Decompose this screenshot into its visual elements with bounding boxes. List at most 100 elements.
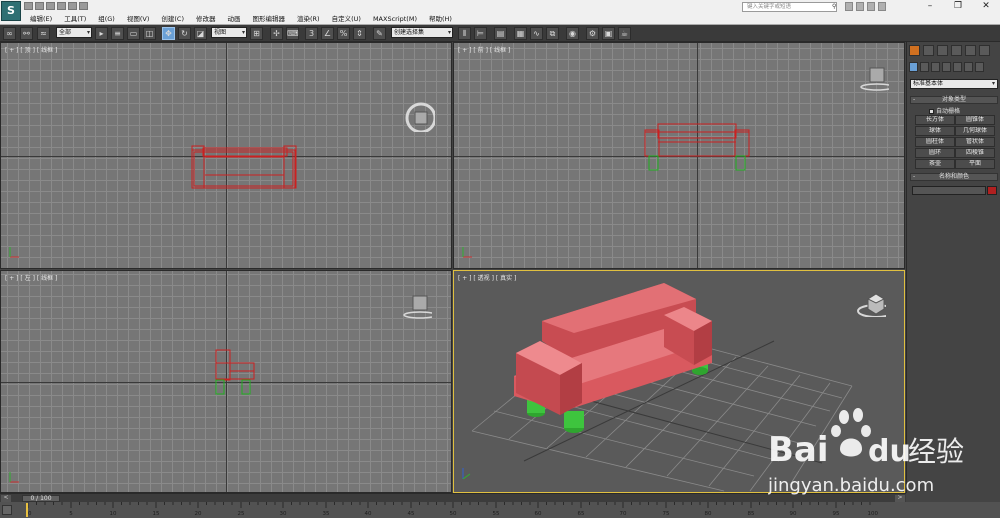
rollout-name-color[interactable]: - 名称和颜色: [910, 173, 998, 181]
render-production-icon[interactable]: ☕: [618, 27, 631, 40]
autogrid-checkbox[interactable]: 自动栅格: [929, 106, 960, 115]
render-setup-icon[interactable]: ⚙: [586, 27, 599, 40]
menu-modifiers[interactable]: 修改器: [190, 14, 222, 24]
select-manipulate-icon[interactable]: ✢: [270, 27, 283, 40]
app-logo[interactable]: S: [1, 1, 21, 21]
project-folder-icon[interactable]: [79, 2, 88, 10]
search-input[interactable]: 键入关键字或短语: [742, 2, 837, 12]
viewport-label[interactable]: [ + ] [ 前 ] [ 线框 ]: [458, 45, 510, 54]
sofa-wireframe-front[interactable]: [644, 122, 750, 172]
bind-space-warp-icon[interactable]: ≈: [37, 27, 50, 40]
open-file-icon[interactable]: [35, 2, 44, 10]
help-icon[interactable]: [878, 2, 886, 11]
helpers-icon[interactable]: [953, 62, 962, 72]
systems-icon[interactable]: [975, 62, 984, 72]
plane-button[interactable]: 平面: [955, 159, 995, 169]
rendered-frame-icon[interactable]: ▣: [602, 27, 615, 40]
unlink-icon[interactable]: ⚯: [20, 27, 33, 40]
curve-editor-icon[interactable]: ∿: [530, 27, 543, 40]
select-by-name-icon[interactable]: ≡: [111, 27, 124, 40]
viewport-label[interactable]: [ + ] [ 顶 ] [ 线框 ]: [5, 45, 57, 54]
menu-graph-editors[interactable]: 图形编辑器: [247, 14, 292, 24]
new-file-icon[interactable]: [24, 2, 33, 10]
subscription-icon[interactable]: [845, 2, 853, 11]
display-tab-icon[interactable]: [965, 45, 976, 56]
object-color-swatch[interactable]: [987, 186, 997, 195]
track-bar[interactable]: 0 5 10 15 20 25 30 35 40 45 50 55 60 65 70 75 80 85 90 95 10…: [0, 502, 1000, 518]
modify-tab-icon[interactable]: [923, 45, 934, 56]
space-warps-icon[interactable]: [964, 62, 973, 72]
percent-snap-icon[interactable]: %: [337, 27, 350, 40]
menu-group[interactable]: 组(G): [92, 14, 121, 24]
menu-maxscript[interactable]: MAXScript(M): [367, 14, 423, 24]
cylinder-button[interactable]: 圆柱体: [915, 137, 955, 147]
object-name-input[interactable]: [912, 186, 986, 195]
viewport-perspective[interactable]: [ + ] [ 透视 ] [ 真实 ]: [453, 270, 905, 493]
time-slider-next-button[interactable]: >: [895, 495, 905, 502]
viewcube-top[interactable]: [405, 102, 435, 132]
search-binoculars-icon[interactable]: ⚲: [832, 3, 840, 11]
hierarchy-tab-icon[interactable]: [937, 45, 948, 56]
viewport-top[interactable]: [ + ] [ 顶 ] [ 线框 ]: [0, 42, 452, 269]
shapes-icon[interactable]: [920, 62, 929, 72]
select-and-move-icon[interactable]: ✥: [162, 27, 175, 40]
graphite-ribbon-icon[interactable]: ▦: [514, 27, 527, 40]
material-editor-icon[interactable]: ◉: [566, 27, 579, 40]
select-object-icon[interactable]: ▸: [95, 27, 108, 40]
restore-icon[interactable]: ❐: [944, 0, 972, 13]
key-filter-icon[interactable]: [2, 505, 12, 515]
cameras-icon[interactable]: [942, 62, 951, 72]
sofa-3d-model[interactable]: [514, 281, 734, 451]
teapot-button[interactable]: 茶壶: [915, 159, 955, 169]
menu-rendering[interactable]: 渲染(R): [291, 14, 326, 24]
geometry-subcategory-select[interactable]: 标准基本体: [910, 79, 998, 89]
viewport-label[interactable]: [ + ] [ 左 ] [ 线框 ]: [5, 273, 57, 282]
lights-icon[interactable]: [931, 62, 940, 72]
viewcube-left[interactable]: [402, 291, 432, 321]
viewport-front[interactable]: [ + ] [ 前 ] [ 线框 ]: [453, 42, 905, 269]
torus-button[interactable]: 圆环: [915, 148, 955, 158]
menu-create[interactable]: 创建(C): [155, 14, 190, 24]
named-selection-select[interactable]: 创建选择集: [391, 27, 453, 38]
close-icon[interactable]: ✕: [972, 0, 1000, 13]
schematic-view-icon[interactable]: ⧉: [546, 27, 559, 40]
create-tab-icon[interactable]: [909, 45, 920, 56]
sofa-wireframe-top[interactable]: [191, 145, 297, 191]
box-button[interactable]: 长方体: [915, 115, 955, 125]
sofa-wireframe-left[interactable]: [212, 348, 258, 396]
menu-animation[interactable]: 动画: [222, 14, 247, 24]
viewcube-perspective[interactable]: [856, 287, 886, 317]
cone-button[interactable]: 圆锥体: [955, 115, 995, 125]
window-crossing-icon[interactable]: ◫: [143, 27, 156, 40]
favorites-icon[interactable]: [867, 2, 875, 11]
menu-views[interactable]: 视图(V): [121, 14, 156, 24]
edit-named-selection-icon[interactable]: ✎: [373, 27, 386, 40]
select-and-scale-icon[interactable]: ◪: [194, 27, 207, 40]
geometry-icon[interactable]: [909, 62, 918, 72]
spinner-snap-icon[interactable]: ⇕: [353, 27, 366, 40]
align-icon[interactable]: ⊨: [474, 27, 487, 40]
menu-edit[interactable]: 编辑(E): [24, 14, 58, 24]
select-and-link-icon[interactable]: ∞: [3, 27, 16, 40]
mirror-icon[interactable]: ⫴: [458, 27, 471, 40]
select-and-rotate-icon[interactable]: ↻: [178, 27, 191, 40]
layer-manager-icon[interactable]: ▤: [494, 27, 507, 40]
undo-icon[interactable]: [57, 2, 66, 10]
time-slider[interactable]: < 0 / 100 >: [0, 493, 906, 502]
tube-button[interactable]: 管状体: [955, 137, 995, 147]
time-slider-prev-button[interactable]: <: [1, 495, 11, 502]
rect-selection-icon[interactable]: ▭: [127, 27, 140, 40]
reference-coord-select[interactable]: 视图: [211, 27, 247, 38]
pyramid-button[interactable]: 四棱锥: [955, 148, 995, 158]
menu-customize[interactable]: 自定义(U): [326, 14, 367, 24]
rollout-object-type[interactable]: - 对象类型: [910, 96, 998, 104]
snaps-toggle-icon[interactable]: 3: [305, 27, 318, 40]
time-slider-thumb[interactable]: 0 / 100: [22, 495, 60, 502]
angle-snap-icon[interactable]: ∠: [321, 27, 334, 40]
pivot-center-icon[interactable]: ⊞: [250, 27, 263, 40]
save-file-icon[interactable]: [46, 2, 55, 10]
communication-icon[interactable]: [856, 2, 864, 11]
geosphere-button[interactable]: 几何球体: [955, 126, 995, 136]
viewport-left[interactable]: [ + ] [ 左 ] [ 线框 ]: [0, 270, 452, 493]
menu-help[interactable]: 帮助(H): [423, 14, 458, 24]
